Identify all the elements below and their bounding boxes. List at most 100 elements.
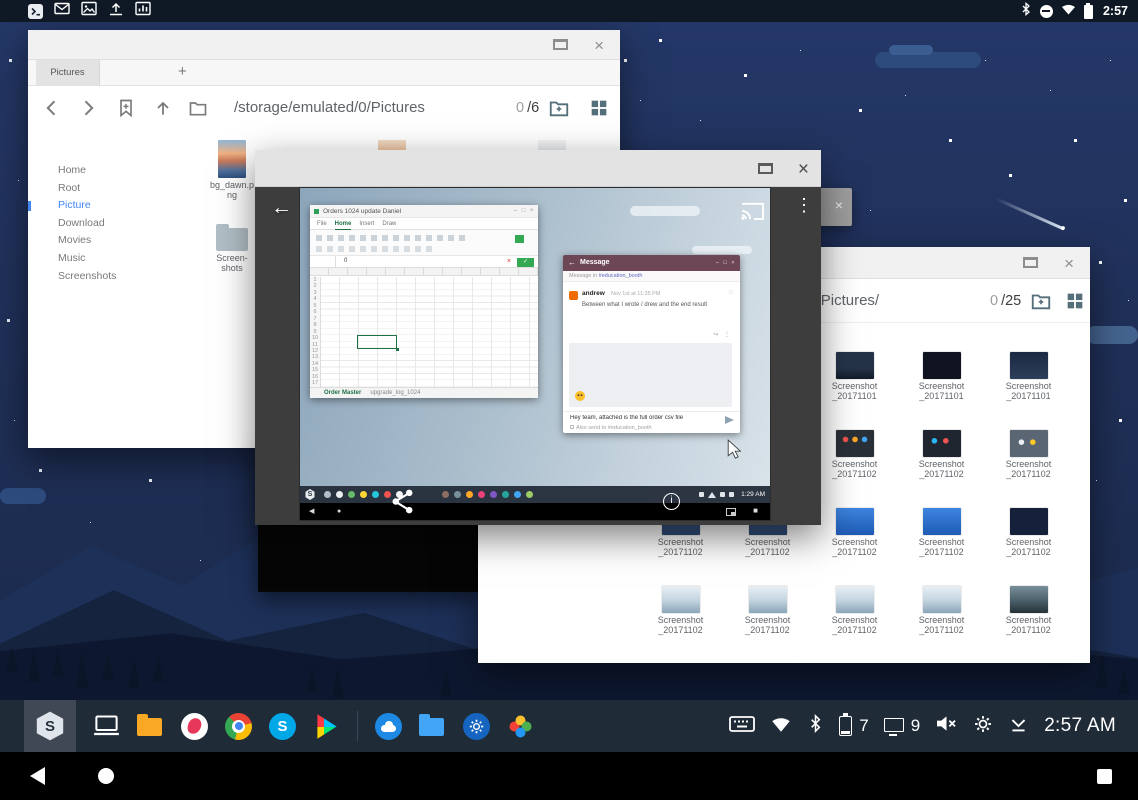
cloud-app-icon[interactable] [375,713,402,740]
mini-app-icon [478,491,485,498]
laptop-app-icon[interactable] [93,713,120,740]
file-item[interactable]: Screenshot _20171102 [985,586,1072,663]
mini-ribbon-tab: Insert [359,219,374,229]
confirm-icon: ✓ [517,258,534,267]
taskbar-apps: S S [0,700,534,752]
new-tab-button[interactable]: + [178,64,187,79]
keyboard-icon[interactable] [729,715,755,738]
mini-ribbon-tab: Draw [382,219,396,229]
mini-sheet-tabs: Order Master upgrade_log_1024 [310,387,538,398]
file-item[interactable]: Screenshot _20171102 [898,508,985,586]
file-item[interactable]: Screenshot _20171101 [811,352,898,430]
mini-app-icon [372,491,379,498]
photos-app-icon[interactable] [507,713,534,740]
back-icon[interactable] [42,98,62,118]
file-item[interactable]: Screenshot _20171102 [637,586,724,663]
breadcrumb-path[interactable]: /storage/emulated/0/Pictures [234,99,425,116]
info-button[interactable]: i [663,493,680,510]
sidebar: HomeRootPictureDownloadMoviesMusicScreen… [28,130,208,448]
system-status-icons: 2:57 [1020,2,1128,21]
forward-icon[interactable] [78,98,98,118]
back-nav-button[interactable] [30,767,45,785]
sidebar-item[interactable]: Screenshots [28,268,208,286]
close-button[interactable]: × [798,160,809,179]
file-item[interactable]: Screenshot _20171101 [898,352,985,430]
file-item[interactable]: Screenshot _20171102 [985,508,1072,586]
toolbar: /storage/emulated/0/Pictures 0/6 [28,86,620,130]
file-item[interactable]: Screenshot _20171102 [811,586,898,663]
close-icon[interactable]: × [835,198,843,212]
system-tray: 7 9 2:57 AM [729,714,1116,739]
settings-gear-icon[interactable] [973,714,993,739]
mini-back-icon: ◀ [309,508,314,515]
file-thumbnail [836,352,874,379]
send-icon [725,416,734,424]
tree-silhouette [128,658,140,688]
maximize-button[interactable] [1023,257,1038,268]
grid-view-icon[interactable] [588,97,610,119]
new-folder-icon[interactable] [188,98,208,118]
battery-icon[interactable] [839,716,852,736]
system-update-icon[interactable] [1008,714,1029,738]
sidebar-item[interactable]: Root [28,180,208,198]
mini-message-header: ← Message – □ × [563,255,740,271]
file-thumbnail [836,430,874,457]
sidebar-item[interactable]: Home [28,162,208,180]
cast-icon[interactable] [741,201,764,225]
file-label: Screenshot _20171102 [898,538,985,557]
file-item[interactable]: Screenshot _20171101 [985,352,1072,430]
mini-message-compose: Hey team, attached is the full order csv… [570,415,710,421]
sidebar-item[interactable]: Music [28,250,208,268]
maximize-button[interactable] [553,39,568,50]
launcher-button[interactable]: S [24,700,76,752]
file-item[interactable]: Screenshot _20171102 [898,586,985,663]
file-item[interactable]: Screenshot _20171102 [985,430,1072,508]
file-manager-app-icon[interactable] [419,713,446,740]
maximize-button[interactable] [758,163,773,174]
grid-view-icon[interactable] [1064,290,1086,312]
file-thumbnail [218,140,246,178]
recorder-app-icon[interactable] [181,713,208,740]
bookmark-add-icon[interactable] [116,98,136,118]
file-item[interactable]: Screenshot _20171102 [811,430,898,508]
mini-window-controls: – □ × [511,205,535,218]
mini-cell-grid: 1 2 3 4 5 6 7 8 9 10 11 12 13 14 15 16 1… [310,277,538,387]
mini-ribbon-tabs: FileHomeInsertDraw [310,218,538,230]
back-button[interactable]: ← [271,197,292,218]
battery-percent: 7 [859,716,868,736]
file-item[interactable]: Screenshot _20171102 [811,508,898,586]
file-thumbnail [1010,586,1048,613]
recents-nav-button[interactable] [1097,769,1112,784]
mini-message-attachment [569,343,732,407]
tab-pictures[interactable]: Pictures [36,60,100,85]
add-folder-icon[interactable] [1030,290,1052,312]
window-titlebar[interactable]: × [28,30,620,60]
play-store-app-icon[interactable] [313,713,340,740]
file-label: Screenshot _20171101 [811,382,898,401]
up-directory-icon[interactable] [153,98,173,118]
skype-app-icon[interactable]: S [269,713,296,740]
settings-app-icon[interactable] [463,713,490,740]
display-icon[interactable] [884,718,904,732]
mini-app-icon [454,491,461,498]
file-item[interactable]: Screenshot _20171102 [724,586,811,663]
home-nav-button[interactable] [98,768,114,784]
close-button[interactable]: × [1064,255,1074,272]
bluetooth-icon[interactable] [807,714,824,738]
window-titlebar[interactable]: × [255,150,821,187]
sidebar-item[interactable]: Download [28,215,208,233]
add-folder-icon[interactable] [548,97,570,119]
chrome-app-icon[interactable] [225,713,252,740]
overflow-menu-icon[interactable]: ⋮ [795,196,813,214]
mini-ribbon-tab: File [317,219,327,229]
sidebar-item[interactable]: Picture [28,197,208,215]
sidebar-item[interactable]: Movies [28,232,208,250]
file-item[interactable]: Screenshot _20171102 [898,430,985,508]
files-app-icon[interactable] [137,713,164,740]
wifi-icon[interactable] [770,714,792,738]
taskbar-clock[interactable]: 2:57 AM [1044,715,1116,737]
volume-muted-icon[interactable] [935,714,958,738]
share-icon[interactable] [391,489,414,519]
close-button[interactable]: × [594,37,604,54]
shooting-star [995,197,1064,229]
